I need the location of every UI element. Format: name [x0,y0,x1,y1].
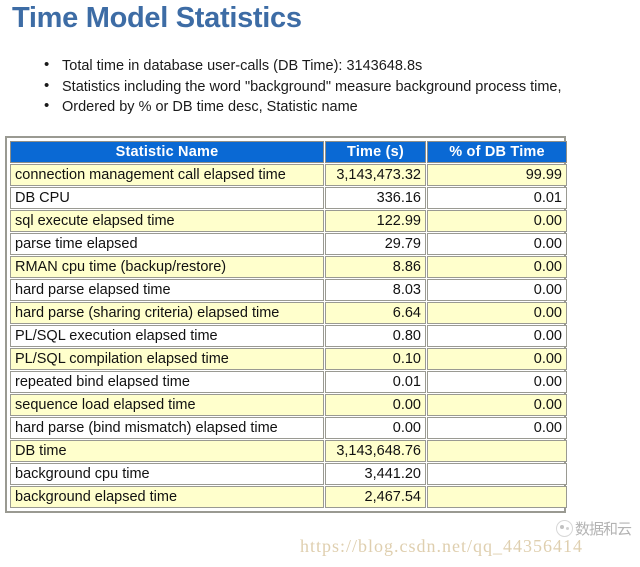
cell-statistic-name: sql execute elapsed time [10,210,324,232]
list-item: Ordered by % or DB time desc, Statistic … [44,96,640,118]
cell-statistic-name: hard parse (sharing criteria) elapsed ti… [10,302,324,324]
cell-time: 3,143,648.76 [325,440,426,462]
time-model-statistics-table-frame: Statistic Name Time (s) % of DB Time con… [5,136,568,513]
cell-statistic-name: connection management call elapsed time [10,164,324,186]
cell-time: 336.16 [325,187,426,209]
cell-statistic-name: sequence load elapsed time [10,394,324,416]
table-body: connection management call elapsed time … [10,164,567,508]
cell-pct: 0.00 [427,371,567,393]
cell-time: 8.03 [325,279,426,301]
table-row: hard parse (sharing criteria) elapsed ti… [10,302,567,324]
column-header-time-s[interactable]: Time (s) [325,141,426,163]
cell-pct [427,440,567,462]
table-row: RMAN cpu time (backup/restore) 8.86 0.00 [10,256,567,278]
cell-time: 0.00 [325,417,426,439]
cell-pct: 0.00 [427,302,567,324]
table-row: sql execute elapsed time 122.99 0.00 [10,210,567,232]
cell-statistic-name: parse time elapsed [10,233,324,255]
cell-pct: 0.00 [427,325,567,347]
cell-statistic-name: background elapsed time [10,486,324,508]
table-row: sequence load elapsed time 0.00 0.00 [10,394,567,416]
watermark-url: https://blog.csdn.net/qq_44356414 [300,536,583,556]
table-row: background cpu time 3,441.20 [10,463,567,485]
cell-pct: 99.99 [427,164,567,186]
cell-statistic-name: hard parse (bind mismatch) elapsed time [10,417,324,439]
cell-time: 29.79 [325,233,426,255]
list-item: Statistics including the word "backgroun… [44,76,640,98]
table-row: hard parse elapsed time 8.03 0.00 [10,279,567,301]
column-header-pct-of-db-time[interactable]: % of DB Time [427,141,567,163]
cell-statistic-name: RMAN cpu time (backup/restore) [10,256,324,278]
table-row: parse time elapsed 29.79 0.00 [10,233,567,255]
cell-pct: 0.00 [427,417,567,439]
cell-pct: 0.00 [427,279,567,301]
table-row: PL/SQL compilation elapsed time 0.10 0.0… [10,348,567,370]
cell-pct: 0.00 [427,348,567,370]
cell-time: 0.00 [325,394,426,416]
cell-statistic-name: repeated bind elapsed time [10,371,324,393]
cell-pct: 0.00 [427,256,567,278]
cell-statistic-name: PL/SQL execution elapsed time [10,325,324,347]
cell-statistic-name: DB time [10,440,324,462]
table-header-row: Statistic Name Time (s) % of DB Time [10,141,567,163]
cell-time: 0.80 [325,325,426,347]
cell-time: 3,143,473.32 [325,164,426,186]
table-row: hard parse (bind mismatch) elapsed time … [10,417,567,439]
list-item: Total time in database user-calls (DB Ti… [44,55,640,77]
cell-time: 122.99 [325,210,426,232]
summary-notes-list: Total time in database user-calls (DB Ti… [44,55,640,118]
column-header-statistic-name[interactable]: Statistic Name [10,141,324,163]
cell-time: 2,467.54 [325,486,426,508]
cell-time: 0.10 [325,348,426,370]
cell-pct [427,463,567,485]
cell-pct [427,486,567,508]
cell-time: 6.64 [325,302,426,324]
table-row: background elapsed time 2,467.54 [10,486,567,508]
cell-pct: 0.00 [427,394,567,416]
cell-time: 0.01 [325,371,426,393]
table-row: connection management call elapsed time … [10,164,567,186]
cell-statistic-name: background cpu time [10,463,324,485]
watermark-logo: 数据和云 [556,518,632,539]
cell-statistic-name: DB CPU [10,187,324,209]
table-row: PL/SQL execution elapsed time 0.80 0.00 [10,325,567,347]
paw-print-icon [556,520,573,537]
cell-statistic-name: PL/SQL compilation elapsed time [10,348,324,370]
cell-pct: 0.00 [427,210,567,232]
cell-statistic-name: hard parse elapsed time [10,279,324,301]
cell-pct: 0.01 [427,187,567,209]
cell-time: 3,441.20 [325,463,426,485]
page-title: Time Model Statistics [12,2,302,34]
table-row: repeated bind elapsed time 0.01 0.00 [10,371,567,393]
table-row: DB CPU 336.16 0.01 [10,187,567,209]
cell-time: 8.86 [325,256,426,278]
watermark-brand-label: 数据和云 [575,520,632,538]
table-row: DB time 3,143,648.76 [10,440,567,462]
cell-pct: 0.00 [427,233,567,255]
time-model-statistics-table: Statistic Name Time (s) % of DB Time con… [9,140,568,509]
